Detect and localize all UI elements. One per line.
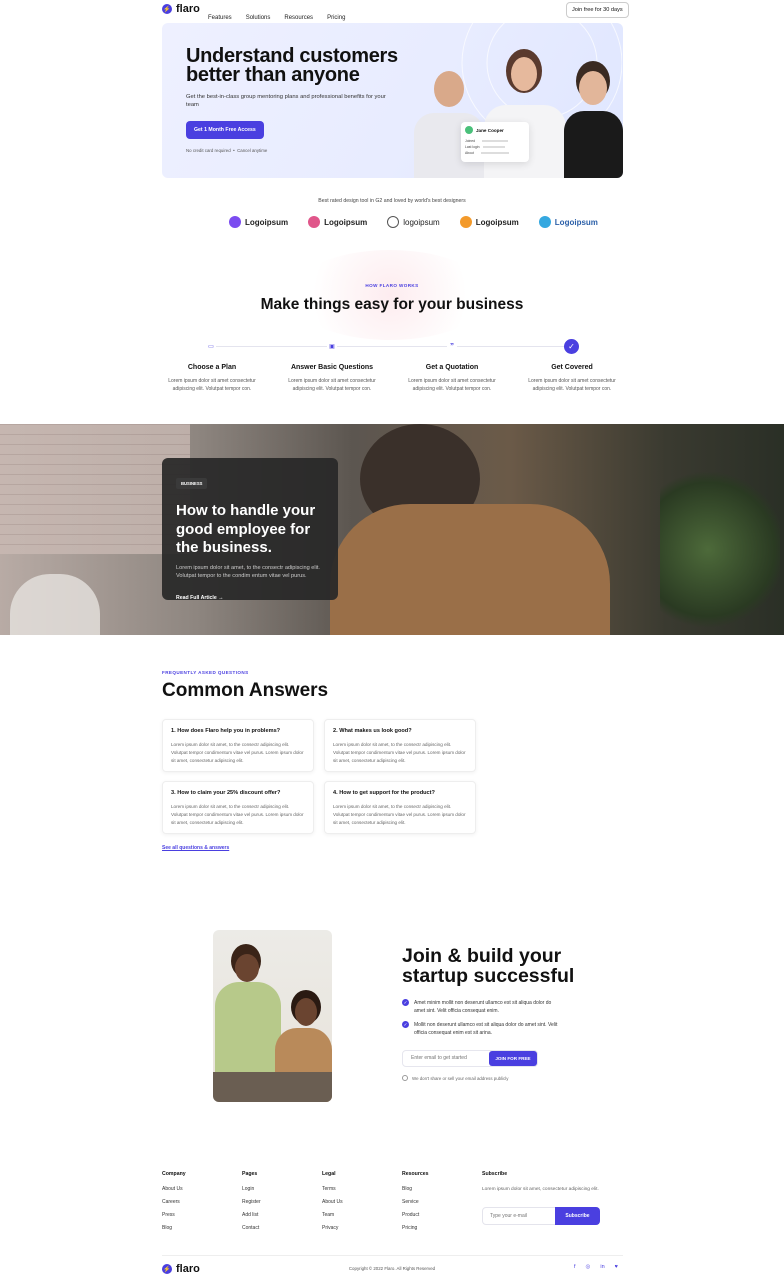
subscribe-form: Subscribe xyxy=(482,1207,600,1225)
social-links: f ◎ in ♥ xyxy=(574,1264,618,1270)
linkedin-icon[interactable]: in xyxy=(600,1264,604,1270)
footer-col-company: Company About Us Careers Press Blog xyxy=(162,1171,186,1231)
footer-col-resources: Resources Blog Service Product Pricing xyxy=(402,1171,429,1231)
faq-eyebrow: FREQUENTLY ASKED QUESTIONS xyxy=(162,670,249,675)
check-icon: ✓ xyxy=(402,999,409,1006)
footer-link[interactable]: Product xyxy=(402,1212,429,1218)
brand-logo[interactable]: ⚡ flaro xyxy=(162,3,200,15)
see-all-faq-link[interactable]: See all questions & answers xyxy=(162,845,229,851)
footer-link[interactable]: Pricing xyxy=(402,1225,429,1231)
footer-link[interactable]: Team xyxy=(322,1212,343,1218)
info-icon xyxy=(402,1075,408,1081)
profile-row-about: About xyxy=(465,150,525,156)
footer-link[interactable]: Terms xyxy=(322,1186,343,1192)
join-point-1: ✓ Amet minim mollit non deserunt ullamco… xyxy=(402,999,552,1014)
main-nav: Features Solutions Resources Pricing xyxy=(208,6,359,24)
partner-logo-4: Logoipsum xyxy=(459,216,519,228)
footer-link[interactable]: Blog xyxy=(162,1225,186,1231)
step-choose-plan: Choose a Plan Lorem ipsum dolor sit amet … xyxy=(168,364,256,392)
nav-pricing[interactable]: Pricing xyxy=(327,15,345,21)
join-email-input[interactable] xyxy=(411,1055,487,1061)
join-point-2: ✓ Mollit non deserunt ullamco est sit al… xyxy=(402,1021,558,1036)
footer-col-legal: Legal Terms About Us Team Privacy xyxy=(322,1171,343,1231)
footer-link[interactable]: Add list xyxy=(242,1212,261,1218)
hero-person-3 xyxy=(564,59,623,178)
footer-link[interactable]: Blog xyxy=(402,1186,429,1192)
subscribe-button[interactable]: Subscribe xyxy=(555,1207,600,1225)
no-card-note: No credit card required xyxy=(186,148,231,153)
cancel-note: Cancel anytime xyxy=(237,148,268,153)
partner-logo-5: Logoipsum xyxy=(538,216,598,228)
brand-name: flaro xyxy=(176,3,200,15)
join-submit-button[interactable]: JOIN FOR FREE xyxy=(489,1051,537,1066)
copyright: Copyright © 2022 Flaro. All Rights Reser… xyxy=(348,1266,436,1271)
twitter-icon[interactable]: ♥ xyxy=(615,1264,618,1270)
footer-link[interactable]: Service xyxy=(402,1199,429,1205)
footer-link[interactable]: Press xyxy=(162,1212,186,1218)
footer-link[interactable]: Privacy xyxy=(322,1225,343,1231)
article-card: BUSINESS How to handle your good employe… xyxy=(162,458,338,601)
article-text: Lorem ipsum dolor sit amet, to the conse… xyxy=(176,564,320,580)
read-article-link[interactable]: Read Full Article → xyxy=(176,595,324,601)
check-icon: ✓ xyxy=(402,1021,409,1028)
footer-link[interactable]: About Us xyxy=(322,1199,343,1205)
nav-resources[interactable]: Resources xyxy=(284,15,313,21)
plan-icon: ▭ xyxy=(206,342,216,351)
logo-row: Logoipsum Logoipsum logoipsum Logoipsum … xyxy=(229,216,598,228)
profile-card: Jane Cooper Joined Last login About xyxy=(461,122,529,162)
section-glow xyxy=(290,250,490,340)
profile-avatar xyxy=(465,126,473,134)
subscribe-text: Lorem ipsum dolor sit amet, consectetur … xyxy=(482,1187,599,1192)
arrow-right-icon: → xyxy=(218,594,224,601)
hero-section: Understand customers better than anyone … xyxy=(162,23,623,178)
steps-connector xyxy=(211,346,572,347)
join-image xyxy=(213,930,332,1102)
faq-item-4[interactable]: 4. How to get support for the product? Lo… xyxy=(324,781,476,834)
subscribe-email-input[interactable] xyxy=(490,1213,552,1219)
profile-name: Jane Cooper xyxy=(476,127,504,133)
free-access-button[interactable]: Get 1 Month Free Access xyxy=(186,121,264,139)
hero-subtitle: Get the best-in-class group mentoring pl… xyxy=(186,94,386,108)
footer-link[interactable]: About Us xyxy=(162,1186,186,1192)
hero-title: Understand customers better than anyone xyxy=(186,45,398,86)
hero-notes: No credit card required • Cancel anytime xyxy=(186,148,268,153)
partner-logo-1: Logoipsum xyxy=(229,216,288,228)
partner-logo-2: Logoipsum xyxy=(308,216,367,228)
footer-link[interactable]: Register xyxy=(242,1199,261,1205)
article-banner-image xyxy=(0,424,784,635)
footer-col-pages: Pages Login Register Add list Contact xyxy=(242,1171,261,1231)
footer-link[interactable]: Contact xyxy=(242,1225,261,1231)
step-get-covered: Get Covered Lorem ipsum dolor sit amet co… xyxy=(528,364,616,392)
logos-caption: Best rated design tool in G2 and loved b… xyxy=(318,198,466,204)
privacy-note: We don't share or sell your email addres… xyxy=(402,1075,508,1081)
step-get-quotation: Get a Quotation Lorem ipsum dolor sit ame… xyxy=(408,364,496,392)
faq-title: Common Answers xyxy=(162,680,329,701)
nav-solutions[interactable]: Solutions xyxy=(246,15,271,21)
how-eyebrow: HOW FLARO WORKS xyxy=(365,283,419,288)
partner-logo-3: logoipsum xyxy=(387,216,440,228)
faq-item-1[interactable]: 1. How does Flaro help you in problems? L… xyxy=(162,719,314,772)
footer-link[interactable]: Careers xyxy=(162,1199,186,1205)
check-circle-icon: ✓ xyxy=(564,339,579,354)
step-answer-questions: Answer Basic Questions Lorem ipsum dolor … xyxy=(288,364,376,392)
quote-icon: ” xyxy=(447,342,457,351)
footer-divider xyxy=(162,1255,623,1256)
join-free-button[interactable]: Join free for 30 days xyxy=(566,2,629,18)
facebook-icon[interactable]: f xyxy=(574,1264,576,1270)
nav-features[interactable]: Features xyxy=(208,15,232,21)
instagram-icon[interactable]: ◎ xyxy=(586,1264,591,1270)
join-title: Join & build your startup successful xyxy=(402,945,575,987)
footer-link[interactable]: Login xyxy=(242,1186,261,1192)
faq-item-2[interactable]: 2. What makes us look good? Lorem ipsum d… xyxy=(324,719,476,772)
faq-item-3[interactable]: 3. How to claim your 25% discount offer?… xyxy=(162,781,314,834)
how-title: Make things easy for your business xyxy=(260,296,524,313)
article-title: How to handle your good employee for the… xyxy=(176,502,316,556)
article-tag: BUSINESS xyxy=(176,478,208,489)
questions-icon: ▣ xyxy=(327,342,337,351)
flaro-logo-icon: ⚡ xyxy=(162,4,172,14)
footer-subscribe: Subscribe Lorem ipsum dolor sit amet, co… xyxy=(482,1171,602,1194)
join-form: JOIN FOR FREE xyxy=(402,1050,538,1067)
